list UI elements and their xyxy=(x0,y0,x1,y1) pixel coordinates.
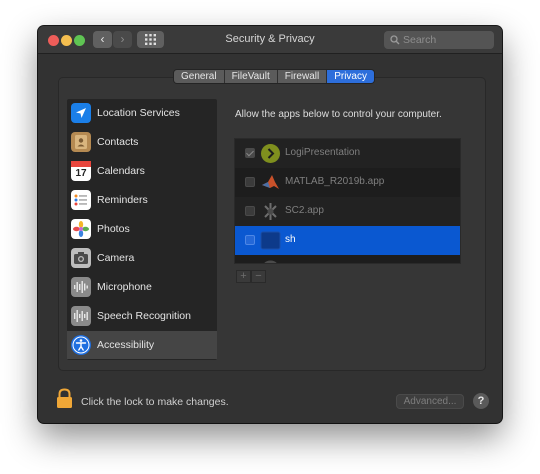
app-enable-checkbox[interactable] xyxy=(245,177,255,187)
app-row-matlab[interactable]: MATLAB_R2019b.app xyxy=(235,168,460,197)
window-title: Security & Privacy xyxy=(225,33,315,45)
app-name: MATLAB_R2019b.app xyxy=(285,176,385,187)
sidebar-item-photos[interactable]: Photos xyxy=(67,215,217,243)
sidebar-item-camera[interactable]: Camera xyxy=(67,244,217,272)
add-app-button[interactable]: + xyxy=(236,270,251,283)
shell-app-icon xyxy=(260,230,281,251)
lock-icon[interactable] xyxy=(56,388,73,414)
app-row-partial xyxy=(235,255,460,263)
help-button[interactable]: ? xyxy=(473,393,489,409)
logi-presentation-icon xyxy=(260,143,281,164)
sidebar-item-label: Calendars xyxy=(97,165,145,177)
app-enable-checkbox[interactable] xyxy=(245,206,255,216)
app-row-logipresentation[interactable]: LogiPresentation xyxy=(235,139,460,168)
matlab-icon xyxy=(260,172,281,193)
sidebar-item-reminders[interactable]: Reminders xyxy=(67,186,217,214)
photos-flower-icon xyxy=(71,219,91,239)
contacts-book-icon xyxy=(71,132,91,152)
tab-firewall[interactable]: Firewall xyxy=(277,70,328,83)
tab-filevault[interactable]: FileVault xyxy=(224,70,278,83)
app-name: sh xyxy=(285,234,296,245)
lock-instructions: Click the lock to make changes. xyxy=(81,396,229,408)
partial-app-icon xyxy=(260,259,281,263)
back-button[interactable]: ‹ xyxy=(93,31,112,48)
search-icon xyxy=(390,35,400,45)
calendar-icon: 17 xyxy=(71,161,91,181)
sidebar-item-label: Contacts xyxy=(97,136,139,148)
chevron-left-icon: ‹ xyxy=(100,32,105,46)
zoom-window-button[interactable] xyxy=(74,35,85,46)
location-arrow-icon xyxy=(71,103,91,123)
search-input[interactable] xyxy=(403,31,491,49)
advanced-button[interactable]: Advanced... xyxy=(396,394,464,409)
app-name: LogiPresentation xyxy=(285,147,361,158)
microphone-waveform-icon xyxy=(71,277,91,297)
app-row-sh[interactable]: sh xyxy=(235,226,460,255)
grid-icon xyxy=(145,34,156,45)
title-bar: ‹ › Security & Privacy xyxy=(38,26,502,54)
remove-app-button[interactable]: − xyxy=(251,270,266,283)
sidebar-item-label: Accessibility xyxy=(97,339,155,351)
accessibility-icon xyxy=(71,335,91,355)
app-list: LogiPresentation MATLAB_R2019b.app SC2.a… xyxy=(234,138,461,264)
minimize-window-button[interactable] xyxy=(61,35,72,46)
close-window-button[interactable] xyxy=(48,35,59,46)
sidebar-item-contacts[interactable]: Contacts xyxy=(67,128,217,156)
speech-waveform-icon xyxy=(71,306,91,326)
app-enable-checkbox[interactable] xyxy=(245,148,255,158)
sidebar-item-label: Photos xyxy=(97,223,130,235)
calendar-day-number: 17 xyxy=(75,168,87,179)
tab-privacy[interactable]: Privacy xyxy=(327,70,374,83)
show-all-preferences-button[interactable] xyxy=(137,31,164,48)
sidebar-item-label: Reminders xyxy=(97,194,148,206)
tab-bar: General FileVault Firewall Privacy xyxy=(173,69,375,84)
app-name: SC2.app xyxy=(285,205,324,216)
forward-button[interactable]: › xyxy=(113,31,132,48)
sidebar-item-label: Microphone xyxy=(97,281,152,293)
chevron-right-icon: › xyxy=(120,32,125,46)
reminders-list-icon xyxy=(71,190,91,210)
security-privacy-window: ‹ › Security & Privacy General FileVault… xyxy=(38,26,502,423)
sidebar-item-calendars[interactable]: 17 Calendars xyxy=(67,157,217,185)
sidebar-item-label: Location Services xyxy=(97,107,180,119)
sidebar-item-microphone[interactable]: Microphone xyxy=(67,273,217,301)
accessibility-description: Allow the apps below to control your com… xyxy=(235,109,442,120)
app-enable-checkbox[interactable] xyxy=(245,235,255,245)
sidebar-item-location-services[interactable]: Location Services xyxy=(67,99,217,127)
search-field[interactable] xyxy=(384,31,494,49)
sidebar-item-label: Camera xyxy=(97,252,135,264)
sidebar-item-accessibility[interactable]: Accessibility xyxy=(67,331,217,359)
privacy-category-list: Location Services Contacts 17 Calendars xyxy=(67,99,217,360)
app-row-sc2[interactable]: SC2.app xyxy=(235,197,460,226)
sidebar-item-speech-recognition[interactable]: Speech Recognition xyxy=(67,302,217,330)
sidebar-item-label: Speech Recognition xyxy=(97,310,191,322)
camera-icon xyxy=(71,248,91,268)
sc2-app-icon xyxy=(260,201,281,222)
tab-general[interactable]: General xyxy=(174,70,225,83)
